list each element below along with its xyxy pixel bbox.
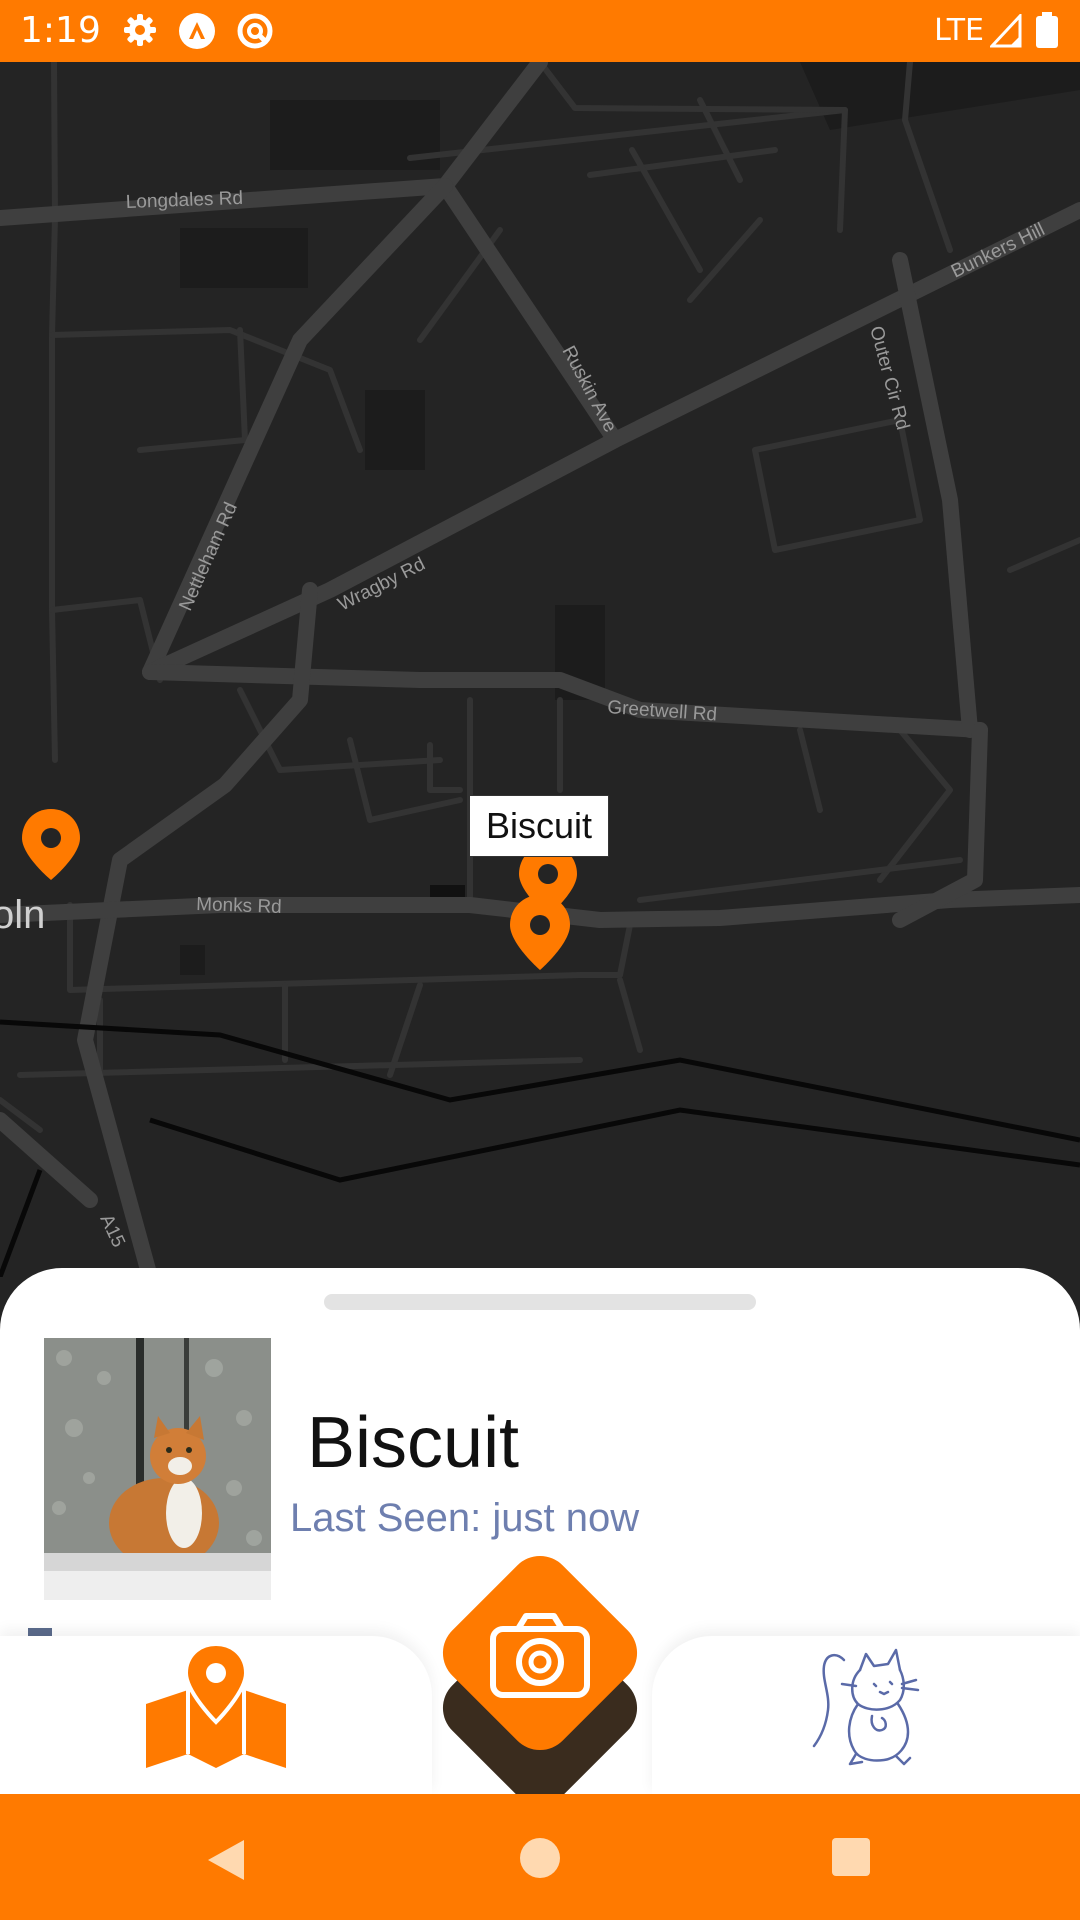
content-peek [28, 1628, 52, 1636]
cat-drawing-icon[interactable] [800, 1640, 930, 1775]
signal-icon [988, 12, 1022, 53]
cat-photo[interactable] [44, 1338, 271, 1600]
map-marker-callout[interactable]: Biscuit [469, 795, 609, 857]
pet-name: Biscuit [307, 1403, 520, 1483]
home-icon[interactable] [520, 1838, 560, 1878]
map-tab-icon[interactable] [142, 1641, 290, 1779]
drag-handle[interactable] [324, 1294, 756, 1310]
no-entry-icon [236, 12, 274, 55]
last-seen-text: Last Seen: just now [290, 1496, 640, 1540]
street-label-bunkers-hill: Bunkers Hill [948, 219, 1048, 282]
street-label-monks: Monks Rd [196, 894, 282, 918]
pet-location-marker-icon[interactable] [510, 895, 570, 970]
network-type: LTE [934, 13, 984, 48]
street-label-greetwell: Greetwell Rd [607, 697, 718, 726]
a-logo-icon [178, 12, 216, 55]
settings-gear-icon [122, 12, 158, 53]
street-label-ruskin: Ruskin Ave [558, 342, 621, 435]
street-label-a15: A15 [95, 1211, 128, 1251]
status-time: 1:19 [20, 10, 101, 51]
city-label-partial: oln [0, 893, 45, 937]
street-label-nettleham: Nettleham Rd [175, 499, 241, 614]
battery-icon [1036, 12, 1058, 53]
system-nav-bar [0, 1794, 1080, 1920]
back-icon[interactable] [206, 1838, 246, 1887]
street-label-outer-circle: Outer Cir Rd [865, 324, 913, 432]
status-bar: 1:19 LTE [0, 0, 1080, 62]
camera-button[interactable] [420, 1540, 660, 1810]
street-label-longdales: Longdales Rd [125, 188, 243, 213]
map-view[interactable]: Longdales Rd Ruskin Ave Bunkers Hill Out… [0, 62, 1080, 1277]
location-marker-icon[interactable] [22, 809, 80, 880]
recents-icon[interactable] [832, 1838, 870, 1876]
